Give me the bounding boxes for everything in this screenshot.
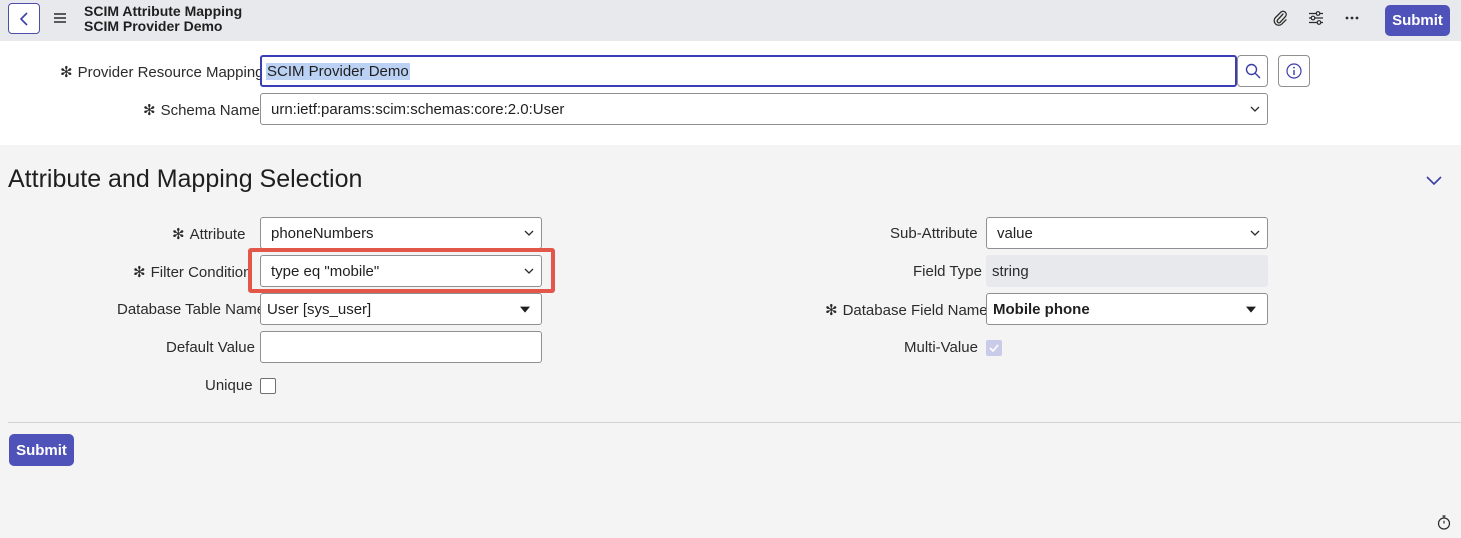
required-asterisk-icon: ✻ [60, 64, 73, 81]
chevron-down-icon [1426, 175, 1442, 185]
info-icon [1286, 63, 1302, 79]
chevron-down-icon [523, 265, 535, 277]
more-options-button[interactable] [1342, 8, 1362, 28]
chevron-down-icon [1249, 227, 1261, 239]
required-asterisk-icon: ✻ [172, 226, 185, 243]
provider-resource-mapping-label: ✻ Provider Resource Mapping [60, 64, 264, 81]
page-title-line2: SCIM Provider Demo [84, 18, 223, 34]
sub-attribute-value: value [997, 224, 1033, 242]
schema-name-select[interactable]: urn:ietf:params:scim:schemas:core:2.0:Us… [260, 93, 1268, 125]
attribute-select[interactable]: phoneNumbers [260, 217, 542, 249]
caret-down-icon [1246, 306, 1256, 313]
paperclip-icon [1273, 10, 1287, 26]
unique-checkbox[interactable] [260, 378, 276, 394]
sub-attribute-label: Sub-Attribute [890, 225, 978, 242]
page-title: SCIM Attribute Mapping SCIM Provider Dem… [84, 4, 242, 34]
section-divider [8, 422, 1461, 423]
sub-attribute-select[interactable]: value [986, 217, 1268, 249]
submit-button-footer[interactable]: Submit [9, 434, 74, 466]
info-button[interactable] [1278, 55, 1310, 87]
default-value-input[interactable] [260, 331, 542, 363]
page-title-line1: SCIM Attribute Mapping [84, 3, 243, 19]
unique-label: Unique [205, 377, 253, 394]
provider-resource-mapping-input[interactable]: SCIM Provider Demo [260, 55, 1237, 87]
database-table-name-label: Database Table Name [117, 301, 266, 318]
more-icon [1345, 16, 1359, 20]
page-header: SCIM Attribute Mapping SCIM Provider Dem… [0, 0, 1461, 41]
multi-value-checkbox [986, 340, 1002, 356]
required-asterisk-icon: ✻ [825, 302, 838, 319]
required-asterisk-icon: ✻ [133, 264, 146, 281]
database-field-name-label: ✻ Database Field Name [825, 302, 988, 319]
attachment-button[interactable] [1270, 8, 1290, 28]
checkmark-icon [989, 344, 999, 352]
chevron-down-icon [523, 227, 535, 239]
back-button[interactable] [8, 3, 40, 34]
database-table-name-select[interactable]: User [sys_user] [260, 293, 542, 325]
caret-down-icon [520, 306, 530, 313]
search-icon [1245, 63, 1260, 79]
database-table-name-value: User [sys_user] [267, 300, 372, 318]
stopwatch-icon [1437, 514, 1451, 530]
default-value-label: Default Value [166, 339, 255, 356]
menu-button[interactable] [52, 9, 68, 27]
field-type-readonly: string [986, 255, 1268, 287]
chevron-down-icon [1249, 103, 1261, 115]
field-type-value: string [992, 262, 1029, 280]
schema-name-label: ✻ Schema Name [143, 102, 260, 119]
filter-condition-value: type eq "mobile" [271, 262, 380, 280]
filter-condition-select[interactable]: type eq "mobile" [260, 255, 542, 287]
collapse-section-button[interactable] [1424, 172, 1444, 188]
field-type-label: Field Type [913, 263, 982, 280]
menu-icon [54, 13, 66, 23]
required-asterisk-icon: ✻ [143, 102, 156, 119]
attribute-label: ✻ Attribute [172, 226, 246, 243]
settings-sliders-icon [1309, 11, 1323, 25]
lookup-search-button[interactable] [1237, 55, 1268, 87]
filter-condition-label: ✻ Filter Condition [133, 264, 252, 281]
schema-name-value: urn:ietf:params:scim:schemas:core:2.0:Us… [271, 100, 565, 118]
multi-value-label: Multi-Value [904, 339, 978, 356]
attribute-value: phoneNumbers [271, 224, 374, 242]
section-title: Attribute and Mapping Selection [8, 165, 363, 193]
provider-resource-mapping-value: SCIM Provider Demo [266, 62, 410, 80]
personalize-button[interactable] [1306, 8, 1326, 28]
response-time-button[interactable] [1436, 514, 1452, 530]
database-field-name-value: Mobile phone [993, 300, 1090, 318]
back-icon [19, 11, 28, 26]
submit-button-header[interactable]: Submit [1385, 5, 1450, 36]
database-field-name-select[interactable]: Mobile phone [986, 293, 1268, 325]
